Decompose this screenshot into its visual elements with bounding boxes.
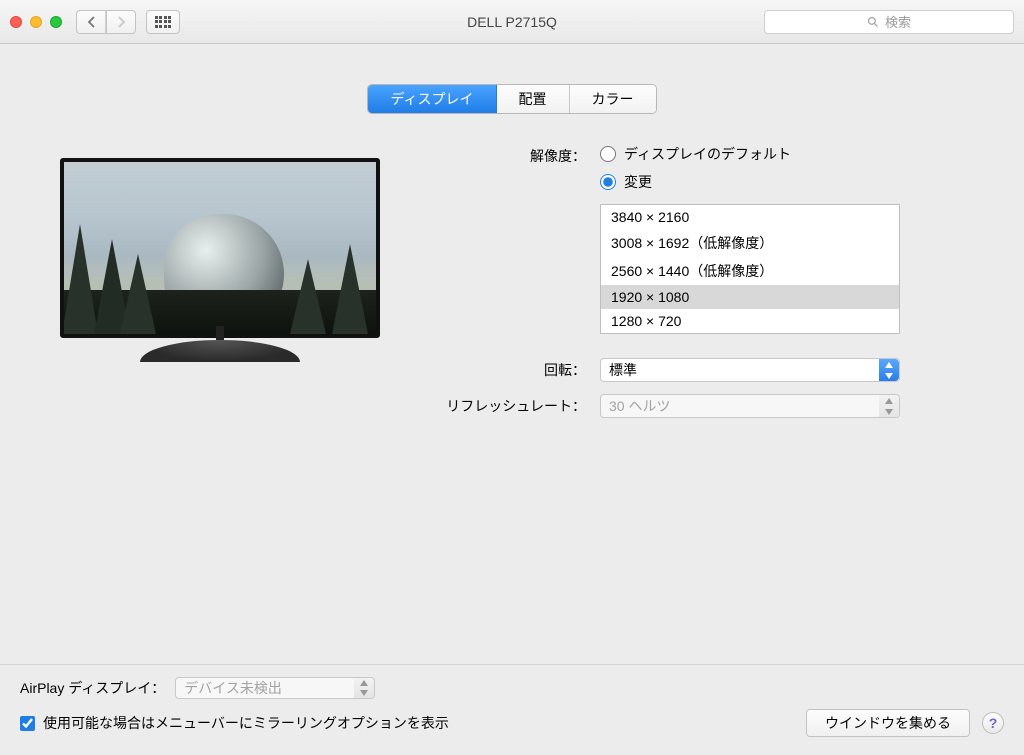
nav-history [76,10,136,34]
minimize-window-button[interactable] [30,16,42,28]
resolution-option[interactable]: 2560 × 1440（低解像度） [601,257,899,285]
tab-color[interactable]: カラー [570,85,656,113]
close-window-button[interactable] [10,16,22,28]
forward-button[interactable] [106,10,136,34]
refresh-rate-select: 30 ヘルツ [600,394,900,418]
display-preview [40,158,400,430]
search-input[interactable]: 検索 [764,10,1014,34]
resolution-option[interactable]: 1280 × 720 [601,309,899,333]
fullscreen-window-button[interactable] [50,16,62,28]
rotation-select[interactable]: 標準 [600,358,900,382]
search-placeholder: 検索 [885,12,911,31]
resolution-option[interactable]: 3008 × 1692（低解像度） [601,229,899,257]
gather-windows-button[interactable]: ウインドウを集める [806,709,970,737]
radio-default-resolution[interactable]: ディスプレイのデフォルト [600,144,791,164]
tab-display[interactable]: ディスプレイ [368,85,496,113]
search-icon [867,16,879,28]
show-all-button[interactable] [146,10,180,34]
resolution-label: 解像度： [400,144,600,166]
monitor-stand-icon [140,340,300,362]
resolution-list[interactable]: 3840 × 2160 3008 × 1692（低解像度） 2560 × 144… [600,204,900,334]
airplay-label: AirPlay ディスプレイ： [20,678,165,698]
chevron-updown-icon [879,395,899,417]
footer: AirPlay ディスプレイ： デバイス未検出 使用可能な場合はメニューバーにミ… [0,664,1024,755]
traffic-lights [10,16,62,28]
resolution-option[interactable]: 3840 × 2160 [601,205,899,229]
tab-bar: ディスプレイ 配置 カラー [0,84,1024,114]
radio-scaled-resolution[interactable]: 変更 [600,172,791,192]
tab-arrangement[interactable]: 配置 [497,85,570,113]
chevron-updown-icon [879,359,899,381]
back-button[interactable] [76,10,106,34]
monitor-screen-icon [60,158,380,338]
chevron-updown-icon [354,678,374,698]
window-titlebar: DELL P2715Q 検索 [0,0,1024,44]
mirroring-checkbox[interactable]: 使用可能な場合はメニューバーにミラーリングオプションを表示 [20,713,449,733]
rotation-label: 回転： [400,358,600,380]
help-button[interactable]: ? [982,712,1004,734]
airplay-select[interactable]: デバイス未検出 [175,677,375,699]
resolution-option[interactable]: 1920 × 1080 [601,285,899,309]
refresh-label: リフレッシュレート： [400,394,600,416]
grid-icon [155,16,172,28]
